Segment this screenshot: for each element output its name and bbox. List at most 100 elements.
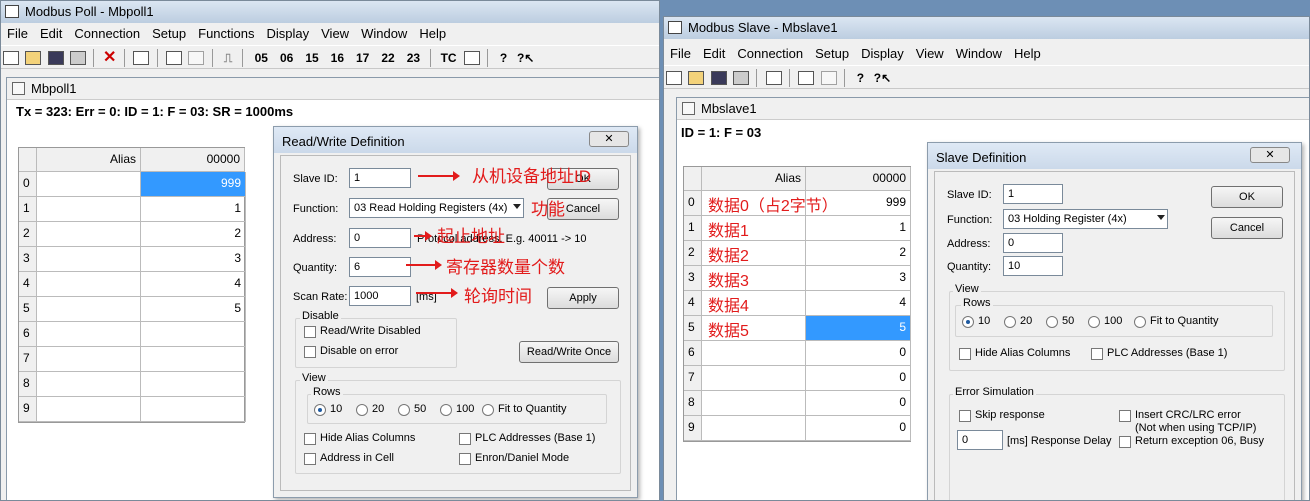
window-icon[interactable] [765, 71, 782, 85]
slave-alias-cell[interactable]: 数据5 [702, 316, 806, 341]
open-folder-icon[interactable] [25, 51, 42, 65]
poll-row-header[interactable]: 5 [19, 297, 37, 322]
fc-06-button[interactable]: 06 [277, 49, 296, 67]
poll-row-header[interactable]: 8 [19, 372, 37, 397]
rw-rows-20-radio[interactable] [356, 404, 368, 416]
poll-alias-cell[interactable] [37, 397, 141, 422]
slave-rows-10-radio[interactable] [962, 316, 974, 328]
slave-titlebar[interactable]: Modbus Slave - Mbslave1 [664, 17, 1309, 39]
slave-row-header[interactable]: 2 [684, 241, 702, 266]
response-delay-input[interactable]: 0 [957, 430, 1003, 450]
slave-alias-cell[interactable]: 数据3 [702, 266, 806, 291]
poll-value-cell[interactable]: 3 [141, 247, 246, 272]
slave-rows-100-radio[interactable] [1088, 316, 1100, 328]
rw-rows-10-radio[interactable] [314, 404, 326, 416]
poll-value-cell[interactable] [141, 322, 246, 347]
slave-row-header[interactable]: 7 [684, 366, 702, 391]
menu-help[interactable]: Help [413, 24, 452, 41]
disconnect-icon[interactable] [820, 71, 837, 85]
slave-row-header[interactable]: 5 [684, 316, 702, 341]
slave-cancel-button[interactable]: Cancel [1211, 217, 1283, 239]
slave-address-input[interactable]: 0 [1003, 233, 1063, 253]
slave-alias-cell[interactable]: 数据1 [702, 216, 806, 241]
slave-value-cell[interactable]: 0 [806, 366, 911, 391]
menu-edit[interactable]: Edit [697, 44, 731, 61]
menu-file[interactable]: File [664, 44, 697, 61]
poll-value-cell[interactable]: 1 [141, 197, 246, 222]
menu-edit[interactable]: Edit [34, 24, 68, 41]
poll-alias-cell[interactable] [37, 272, 141, 297]
menu-window[interactable]: Window [355, 24, 413, 41]
slave-alias-cell[interactable] [702, 366, 806, 391]
fc-22-button[interactable]: 22 [379, 49, 398, 67]
fc-17-button[interactable]: 17 [353, 49, 372, 67]
rw-rows-50-radio[interactable] [398, 404, 410, 416]
fc-15-button[interactable]: 15 [303, 49, 322, 67]
slave-value-cell[interactable]: 0 [806, 391, 911, 416]
poll-row-header[interactable]: 1 [19, 197, 37, 222]
poll-alias-cell[interactable] [37, 197, 141, 222]
pulse-icon[interactable]: ⎍ [221, 49, 235, 67]
poll-row-header[interactable]: 2 [19, 222, 37, 247]
rw-quantity-input[interactable]: 6 [349, 257, 411, 277]
poll-alias-cell[interactable] [37, 297, 141, 322]
mbpoll1-titlebar[interactable]: Mbpoll1 [7, 78, 659, 100]
slave-alias-cell[interactable]: 数据0（占2字节） [702, 191, 838, 216]
context-help-icon[interactable]: ?↖ [517, 49, 534, 67]
slave-value-cell[interactable]: 5 [806, 316, 911, 341]
slave-value-cell[interactable]: 0 [806, 416, 911, 441]
menu-display[interactable]: Display [261, 24, 316, 41]
rw-address-input[interactable]: 0 [349, 228, 411, 248]
slave-quantity-input[interactable]: 10 [1003, 256, 1063, 276]
menu-view[interactable]: View [910, 44, 950, 61]
delete-icon[interactable]: ✕ [103, 49, 117, 67]
slave-row-header[interactable]: 6 [684, 341, 702, 366]
slave-alias-cell[interactable] [702, 341, 806, 366]
menu-connection[interactable]: Connection [68, 24, 146, 41]
rw-scan-rate-input[interactable]: 1000 [349, 286, 411, 306]
poll-address-header[interactable]: 00000 [141, 148, 245, 172]
poll-value-cell[interactable]: 5 [141, 297, 246, 322]
slave-value-cell[interactable]: 2 [806, 241, 911, 266]
disable-on-error-checkbox[interactable] [304, 346, 316, 358]
poll-row-header[interactable]: 9 [19, 397, 37, 422]
poll-alias-cell[interactable] [37, 172, 141, 197]
poll-row-header[interactable]: 6 [19, 322, 37, 347]
fc-05-button[interactable]: 05 [252, 49, 271, 67]
slave-hide-alias-checkbox[interactable] [959, 348, 971, 360]
rw-rows-100-radio[interactable] [440, 404, 452, 416]
context-help-icon[interactable]: ?↖ [874, 69, 891, 87]
poll-alias-cell[interactable] [37, 222, 141, 247]
new-file-icon[interactable] [3, 51, 19, 65]
poll-titlebar[interactable]: Modbus Poll - Mbpoll1 [1, 1, 659, 23]
mbslave1-titlebar[interactable]: Mbslave1 [677, 98, 1309, 120]
insert-crc-checkbox[interactable] [1119, 410, 1131, 422]
menu-display[interactable]: Display [855, 44, 910, 61]
menu-view[interactable]: View [315, 24, 355, 41]
rw-disabled-checkbox[interactable] [304, 326, 316, 338]
poll-alias-cell[interactable] [37, 347, 141, 372]
slave-id-input[interactable]: 1 [1003, 184, 1063, 204]
slave-alias-header[interactable]: Alias [702, 167, 806, 191]
print-icon[interactable] [733, 71, 750, 85]
slave-row-header[interactable]: 8 [684, 391, 702, 416]
menu-setup[interactable]: Setup [809, 44, 855, 61]
slave-value-cell[interactable]: 0 [806, 341, 911, 366]
poll-row-header[interactable]: 3 [19, 247, 37, 272]
slave-value-cell[interactable]: 999 [806, 191, 911, 216]
help-icon[interactable]: ? [497, 49, 511, 67]
window-icon[interactable] [133, 51, 150, 65]
poll-value-cell[interactable]: 4 [141, 272, 246, 297]
test-center-icon[interactable] [463, 51, 480, 65]
slave-dialog-close-icon[interactable]: ✕ [1250, 147, 1290, 163]
slave-row-header[interactable]: 0 [684, 191, 702, 216]
rw-rows-fit-radio[interactable] [482, 404, 494, 416]
poll-row-header[interactable]: 0 [19, 172, 37, 197]
save-icon[interactable] [710, 71, 727, 85]
slave-dialog-titlebar[interactable]: Slave Definition ✕ [928, 143, 1301, 169]
menu-window[interactable]: Window [950, 44, 1008, 61]
return-exception-checkbox[interactable] [1119, 436, 1131, 448]
address-in-cell-checkbox[interactable] [304, 453, 316, 465]
rw-apply-button[interactable]: Apply [547, 287, 619, 309]
poll-alias-header[interactable]: Alias [37, 148, 141, 172]
